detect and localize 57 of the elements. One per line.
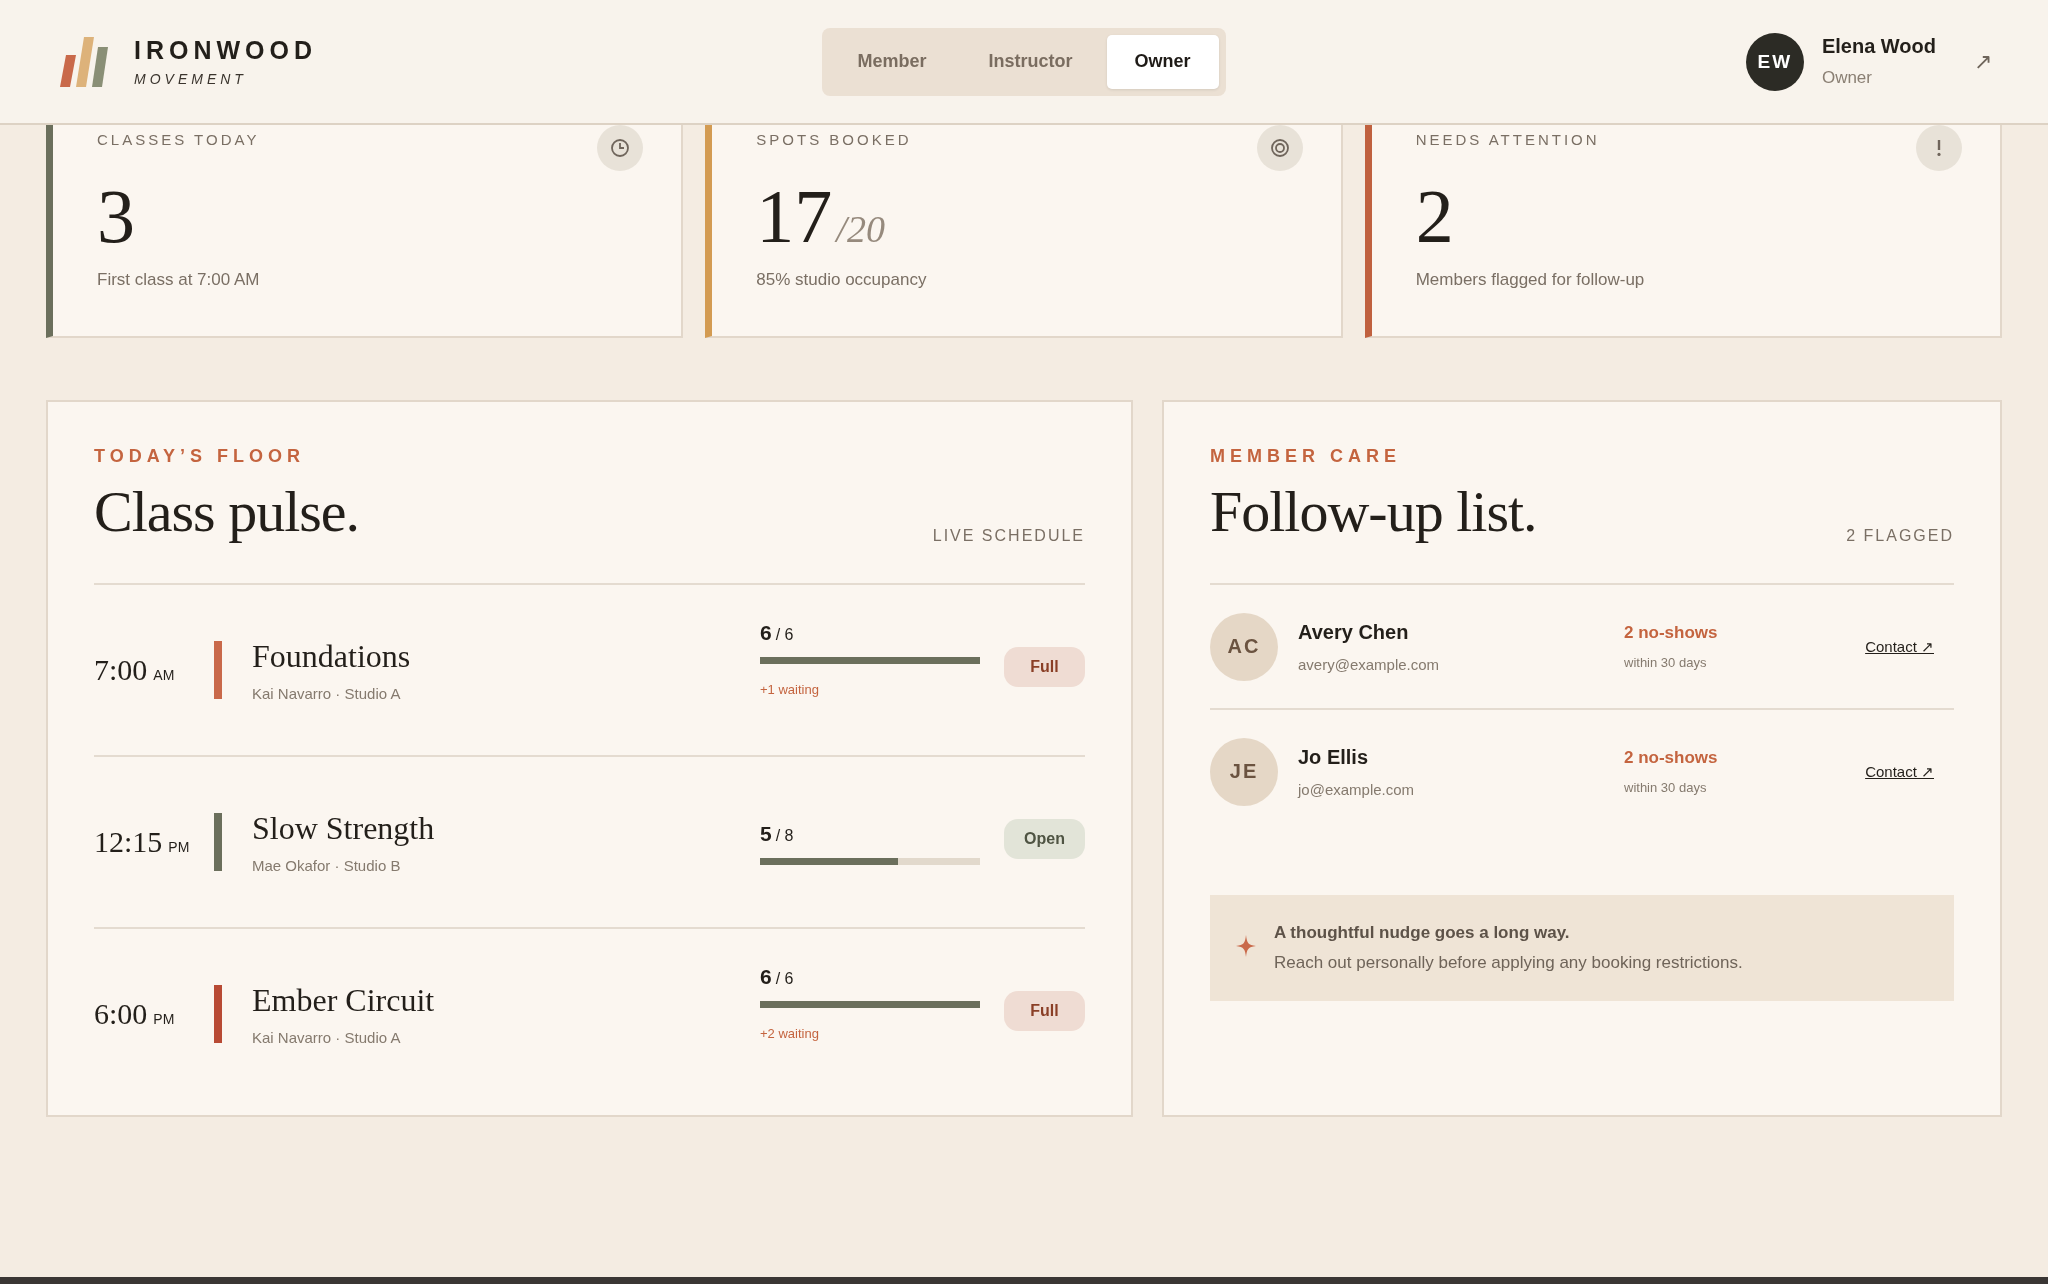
section-eyebrow: TODAY’S FLOOR	[94, 446, 307, 467]
section-meta: LIVE SCHEDULE	[932, 527, 1085, 546]
brand-name: IRONWOOD	[134, 36, 318, 65]
status-badge: Full	[1004, 991, 1085, 1031]
class-detail: Mae Okafor · Studio B	[252, 857, 402, 874]
role-tab[interactable]: Instructor	[960, 34, 1101, 89]
section-title: Class pulse.	[94, 478, 360, 546]
class-name: Ember Circuit	[252, 982, 436, 1019]
member-avatar: AC	[1210, 612, 1278, 681]
member-name: Avery Chen	[1298, 620, 1409, 644]
stat-value: 3	[97, 176, 135, 256]
stat-value: 2	[1415, 176, 1454, 256]
waitlist-note: +2 waiting	[760, 1026, 819, 1041]
class-name: Slow Strength	[252, 810, 436, 847]
tip-text: Reach out personally before applying any booking restrictions.	[1274, 953, 1743, 973]
stat-caption: 85% studio occupancy	[756, 270, 927, 290]
class-time: 7:00 AM	[94, 653, 176, 687]
user-name: Elena Wood	[1821, 35, 1936, 58]
no-show-period: within 30 days	[1624, 655, 1707, 670]
stat-value: 17	[756, 176, 833, 256]
class-detail: Kai Navarro · Studio A	[252, 1029, 402, 1046]
section-meta: 2 FLAGGED	[1846, 527, 1954, 546]
class-detail: Kai Navarro · Studio A	[252, 685, 402, 702]
member-email: avery@example.com	[1298, 655, 1440, 673]
capacity-count: 6 / 6	[760, 965, 794, 989]
user-avatar: EW	[1745, 32, 1804, 91]
stat-caption: Members flagged for follow-up	[1415, 270, 1645, 290]
stat-label: CLASSES TODAY	[97, 131, 260, 148]
section-title: Follow-up list.	[1210, 478, 1537, 546]
stat-caption: First class at 7:00 AM	[97, 270, 260, 290]
sparkle-icon	[1236, 935, 1256, 957]
tip-title: A thoughtful nudge goes a long way.	[1274, 923, 1570, 943]
no-show-count: 2 no-shows	[1624, 748, 1718, 768]
section-eyebrow: MEMBER CARE	[1210, 446, 1402, 467]
sign-out-link[interactable]: ↗	[1974, 48, 1992, 75]
status-badge: Full	[1004, 647, 1085, 687]
class-time: 6:00 PM	[94, 997, 176, 1031]
contact-link[interactable]: Contact ↗	[1865, 637, 1934, 656]
capacity-count: 6 / 6	[760, 621, 794, 645]
stat-label: NEEDS ATTENTION	[1415, 131, 1600, 148]
member-name: Jo Ellis	[1298, 745, 1369, 769]
stat-total: /20	[836, 207, 885, 251]
class-name: Foundations	[252, 638, 412, 675]
status-badge: Open	[1004, 819, 1085, 859]
no-show-count: 2 no-shows	[1624, 623, 1718, 643]
stat-label: SPOTS BOOKED	[756, 131, 912, 148]
role-tab[interactable]: Owner	[1106, 34, 1219, 89]
member-email: jo@example.com	[1298, 780, 1415, 798]
class-time: 12:15 PM	[94, 825, 191, 859]
brand-tagline: MOVEMENT	[134, 71, 248, 87]
user-role: Owner	[1821, 68, 1873, 88]
role-tab[interactable]: Member	[829, 34, 955, 89]
no-show-period: within 30 days	[1624, 780, 1707, 795]
member-avatar: JE	[1210, 737, 1278, 806]
capacity-count: 5 / 8	[760, 822, 794, 846]
contact-link[interactable]: Contact ↗	[1865, 762, 1934, 781]
waitlist-note: +1 waiting	[760, 682, 819, 697]
